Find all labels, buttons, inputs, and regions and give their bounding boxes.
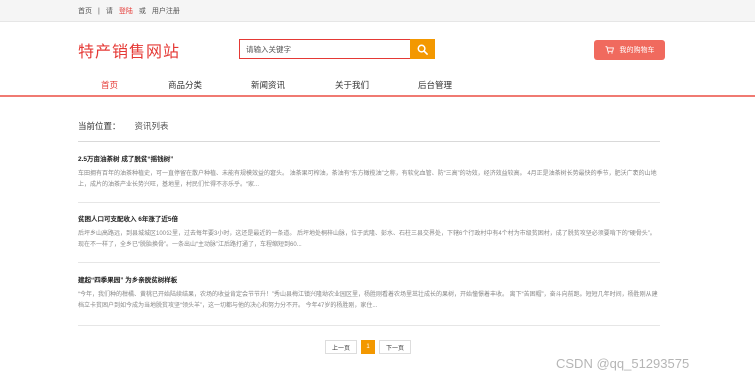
top-home-link[interactable]: 首页 — [78, 6, 92, 16]
top-please-text: 请 — [105, 8, 113, 15]
search-bar — [239, 39, 435, 59]
news-title[interactable]: 贫困人口可支配收入 6年涨了近5倍 — [78, 213, 660, 223]
nav-product-categories[interactable]: 商品分类 — [168, 79, 202, 91]
register-link[interactable]: 用户注册 — [152, 6, 180, 16]
top-separator: | — [98, 7, 100, 15]
search-input[interactable] — [239, 39, 410, 59]
news-item: 2.5万亩油茶树 成了脱贫“摇钱树” 车田拥有百年的油茶种植史，可一直停留在散户… — [78, 153, 660, 203]
site-logo[interactable]: 特产销售网站 — [78, 38, 180, 62]
cart-icon — [605, 46, 614, 54]
top-bar: 首页 | 请 登陆 或 用户注册 — [0, 0, 755, 22]
prev-page-button[interactable]: 上一页 — [325, 340, 357, 354]
top-links: 首页 | 请 登陆 或 用户注册 — [78, 6, 186, 16]
login-link[interactable]: 登陆 — [119, 6, 133, 16]
nav-home[interactable]: 首页 — [101, 79, 118, 91]
news-summary: 车田拥有百年的油茶种植史，可一直停留在散户种植、未能有规模效益的窘头。 油茶果可… — [78, 171, 657, 188]
news-title[interactable]: 建起“四季果园” 为乡亲脱贫树样板 — [78, 274, 660, 284]
nav-about-us[interactable]: 关于我们 — [335, 79, 369, 91]
news-summary: 后坪乡山高路远，到县城城区100公里，过去每年要3小时，这还是最近的一条道。 后… — [78, 231, 656, 248]
main-nav: 首页 商品分类 新闻资讯 关于我们 后台管理 — [0, 73, 755, 97]
csdn-watermark: CSDN @qq_51293575 — [556, 356, 690, 371]
my-cart-button[interactable]: 我的购物车 — [594, 40, 665, 60]
breadcrumb-label: 当前位置： — [78, 121, 121, 131]
news-item: 建起“四季果园” 为乡亲脱贫树样板 “今年，我们种的柑橘、黄桃已开始陆续结果，农… — [78, 274, 660, 326]
breadcrumb-current: 资讯列表 — [134, 121, 169, 131]
top-or-text: 或 — [138, 8, 146, 15]
search-icon — [417, 44, 428, 55]
current-page-button[interactable]: 1 — [361, 340, 375, 354]
news-summary: “今年，我们种的柑橘、黄桃已开始陆续结果，农场的收益肯定会节节升！”秀山县梅江镇… — [78, 292, 658, 309]
news-title[interactable]: 2.5万亩油茶树 成了脱贫“摇钱树” — [78, 153, 660, 163]
search-button[interactable] — [410, 39, 435, 59]
pagination: 上一页 1 下一页 — [325, 340, 411, 354]
next-page-button[interactable]: 下一页 — [379, 340, 411, 354]
nav-admin[interactable]: 后台管理 — [418, 79, 452, 91]
nav-news[interactable]: 新闻资讯 — [251, 79, 285, 91]
breadcrumb: 当前位置： 资讯列表 — [78, 120, 660, 142]
cart-label: 我的购物车 — [619, 47, 655, 54]
news-item: 贫困人口可支配收入 6年涨了近5倍 后坪乡山高路远，到县城城区100公里，过去每… — [78, 213, 660, 263]
